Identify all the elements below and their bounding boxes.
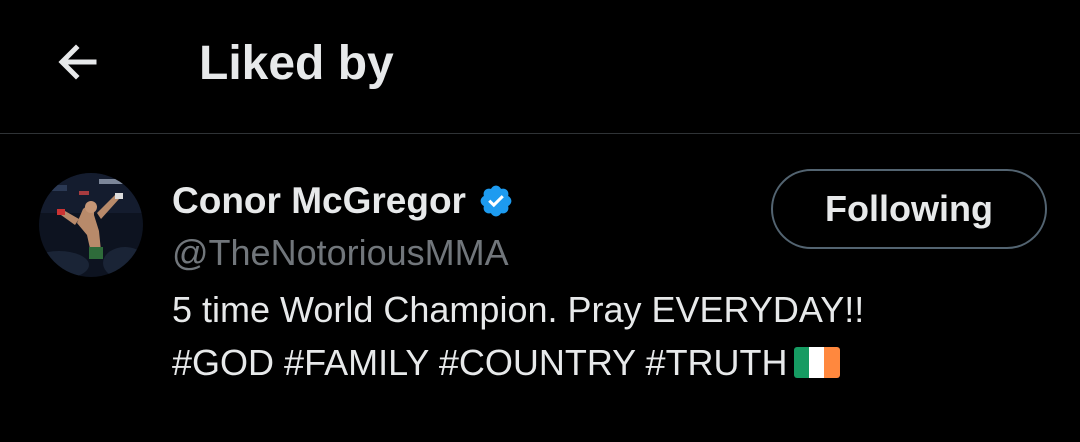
user-cell[interactable]: Conor McGregor @TheNotoriousMMA 5 time W… <box>0 135 1080 442</box>
verified-badge-icon <box>480 185 512 217</box>
ireland-flag-icon <box>793 347 840 378</box>
top-app-bar: Liked by <box>0 0 1080 134</box>
user-handle[interactable]: @TheNotoriousMMA <box>172 231 509 275</box>
name-line: Conor McGregor <box>172 179 514 223</box>
hashtag-truth[interactable]: #TRUTH <box>646 342 788 383</box>
hashtag-god[interactable]: #GOD <box>172 342 274 383</box>
user-bio: 5 time World Champion. Pray EVERYDAY!! #… <box>172 283 992 389</box>
following-button[interactable]: Following <box>771 169 1047 249</box>
arrow-left-icon <box>58 44 97 80</box>
bio-text: 5 time World Champion. Pray EVERYDAY!! <box>172 289 865 330</box>
hashtag-country[interactable]: #COUNTRY <box>439 342 636 383</box>
page-title: Liked by <box>199 37 394 90</box>
display-name[interactable]: Conor McGregor <box>172 180 466 222</box>
avatar-image <box>39 173 143 277</box>
avatar[interactable] <box>39 173 143 277</box>
back-button[interactable] <box>40 24 116 100</box>
bio-hashtags: #GOD #FAMILY #COUNTRY #TRUTH <box>172 336 992 389</box>
hashtag-family[interactable]: #FAMILY <box>284 342 429 383</box>
